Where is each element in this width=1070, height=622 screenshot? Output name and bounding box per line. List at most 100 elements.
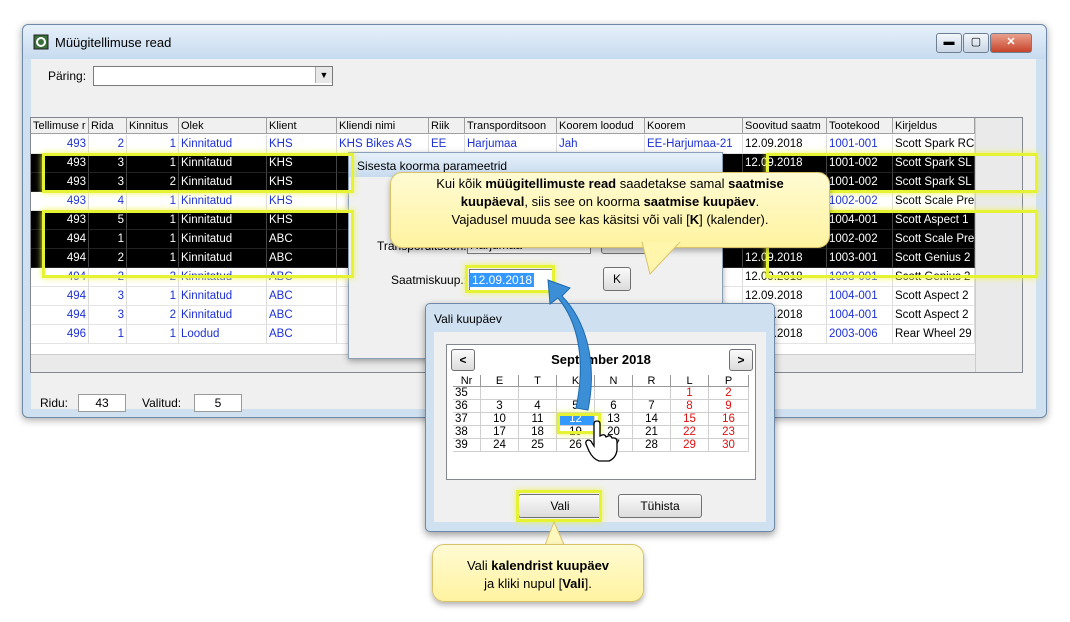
column-header[interactable]: Kinnitus [127,118,179,134]
callout-text: saadetakse samal [616,176,729,191]
ok-button[interactable]: Vali [518,494,602,518]
calendar-day[interactable]: 24 [481,439,519,452]
table-cell-desc: Scott Genius 2 [893,249,975,268]
table-cell-order: 493 [31,135,89,154]
table-cell-date: 12.09.2018 [743,249,827,268]
table-cell-code: 1001-001 [827,135,893,154]
table-cell-order: 494 [31,249,89,268]
vertical-scrollbar[interactable] [975,118,1022,372]
calendar-day[interactable] [481,387,519,400]
table-cell-client: ABC [267,306,337,325]
week-number: 35 [453,387,481,400]
table-cell-status: Loodud [179,325,267,344]
table-cell-code: 1004-001 [827,211,893,230]
table-cell-code: 1003-001 [827,268,893,287]
table-cell-order: 493 [31,154,89,173]
table-cell-conf: 2 [127,306,179,325]
maximize-button[interactable]: ▢ [963,33,989,53]
week-number: 39 [453,439,481,452]
weekday-header: L [671,375,709,387]
calendar-day[interactable]: 30 [709,439,749,452]
calendar-day[interactable]: 29 [671,439,709,452]
table-cell-code: 2003-006 [827,325,893,344]
calendar-day[interactable]: 14 [633,413,671,426]
table-cell-status: Kinnitatud [179,306,267,325]
calendar-day[interactable]: 1 [671,387,709,400]
calendar-day[interactable]: 10 [481,413,519,426]
cancel-button[interactable]: Tühista [618,494,702,518]
table-cell-status: Kinnitatud [179,154,267,173]
arrow-icon [547,279,592,411]
calendar-day[interactable]: 21 [633,426,671,439]
calendar-day[interactable]: 28 [633,439,671,452]
table-cell-client: ABC [267,249,337,268]
table-cell-client: KHS [267,135,337,154]
table-cell-status: Kinnitatud [179,249,267,268]
calendar-day[interactable]: 9 [709,400,749,413]
table-cell-conf: 1 [127,325,179,344]
table-cell-conf: 1 [127,135,179,154]
table-cell-line: 1 [89,230,127,249]
callout-text: . [755,194,760,209]
table-cell-order: 494 [31,268,89,287]
query-combo[interactable]: ▼ [93,66,333,86]
calendar-day[interactable]: 15 [671,413,709,426]
table-cell-status: Kinnitatud [179,192,267,211]
calendar-day[interactable]: 8 [671,400,709,413]
app-icon [33,34,49,50]
column-header[interactable]: Olek [179,118,267,134]
table-cell-order: 493 [31,192,89,211]
table-cell-date: 12.09.2018 [743,135,827,154]
column-header[interactable]: Koorem loodud [557,118,645,134]
table-cell-desc: Scott Aspect 2 [893,287,975,306]
table-cell-desc: Scott Scale Pre [893,230,975,249]
column-header[interactable]: Kirjeldus [893,118,975,134]
table-cell-client: ABC [267,325,337,344]
calendar-day[interactable]: 25 [519,439,557,452]
close-button[interactable]: ✕ [990,33,1032,53]
column-header[interactable]: Koorem [645,118,743,134]
table-cell-client: ABC [267,230,337,249]
column-header[interactable]: Tootekood [827,118,893,134]
callout-bold: saatmise kuupäev [643,194,756,209]
table-cell-conf: 1 [127,287,179,306]
calendar-day[interactable]: 2 [709,387,749,400]
chevron-down-icon[interactable]: ▼ [315,67,332,83]
table-cell-client: ABC [267,287,337,306]
calendar-day[interactable]: 7 [633,400,671,413]
column-header[interactable]: Riik [429,118,465,134]
window-title: Müügitellimuse read [55,35,172,50]
column-header[interactable]: Tellimuse r [31,118,89,134]
next-month-button[interactable]: > [729,349,753,371]
calendar-day[interactable]: 17 [481,426,519,439]
calendar-day[interactable]: 16 [709,413,749,426]
column-header[interactable]: Kliendi nimi [337,118,429,134]
table-cell-order: 493 [31,211,89,230]
calendar-day[interactable]: 18 [519,426,557,439]
column-header[interactable]: Klient [267,118,337,134]
weekday-header: P [709,375,749,387]
table-cell-order: 494 [31,230,89,249]
table-cell-desc: Scott Spark SL [893,154,975,173]
weekday-header: Nr [453,375,481,387]
table-cell-conf: 2 [127,173,179,192]
calendar-day[interactable]: 22 [671,426,709,439]
column-header[interactable]: Soovitud saatm [743,118,827,134]
calendar-day[interactable]: 23 [709,426,749,439]
table-cell-line: 1 [89,325,127,344]
column-header[interactable]: Rida [89,118,127,134]
callout-bold: kuupäeval [460,194,525,209]
table-cell-status: Kinnitatud [179,230,267,249]
callout-text: ]. [584,576,592,591]
table-cell-desc: Scott Genius 2 [893,268,975,287]
callout-bold: K [689,212,700,227]
table-cell-line: 4 [89,192,127,211]
minimize-button[interactable]: ▬ [936,33,962,53]
table-cell-status: Kinnitatud [179,135,267,154]
column-header[interactable]: Transporditsoon [465,118,557,134]
calendar-day[interactable]: 3 [481,400,519,413]
table-cell-client: KHS [267,173,337,192]
table-cell-status: Kinnitatud [179,268,267,287]
callout-text: Vajadusel muuda see kas käsitsi või vali… [451,212,690,227]
calendar-day[interactable] [633,387,671,400]
